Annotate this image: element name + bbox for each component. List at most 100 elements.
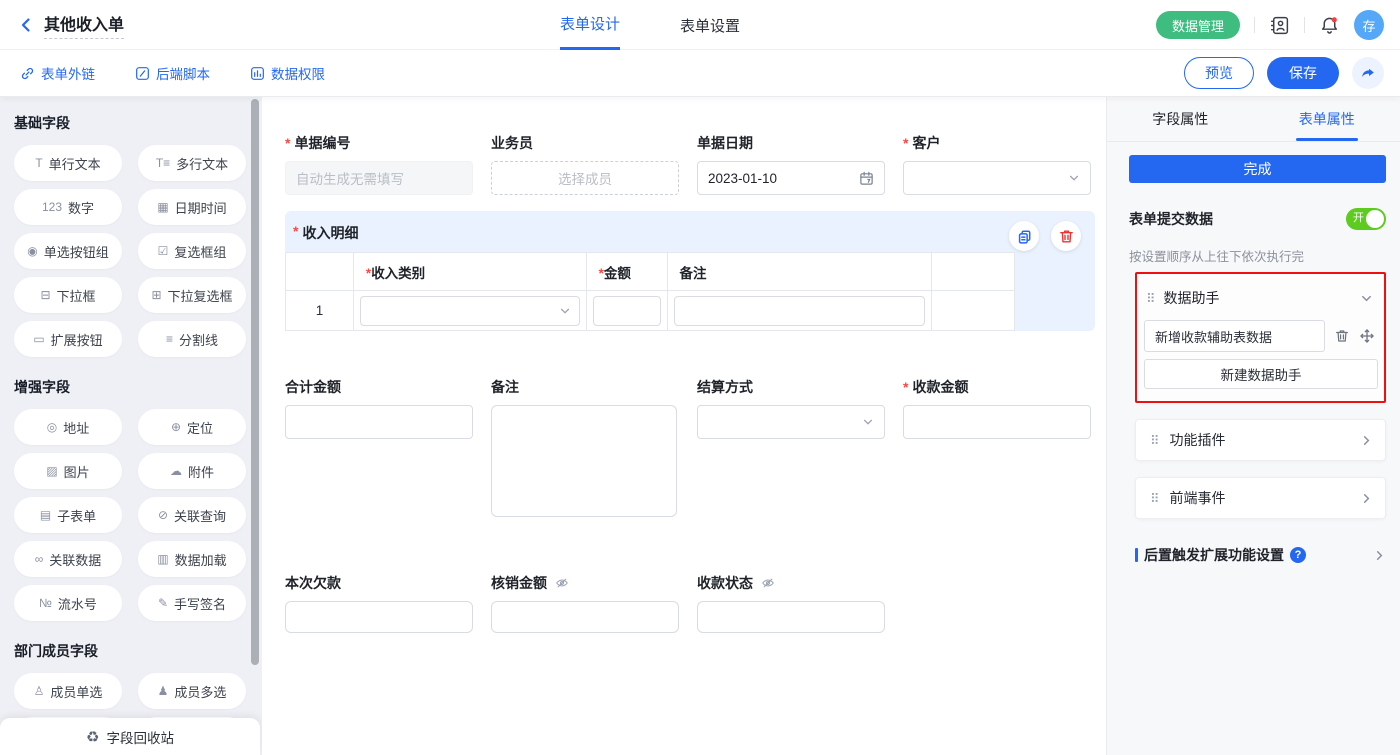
field-salesman[interactable]: 业务员 选择成员 [491, 133, 679, 195]
field-pill-member-single[interactable]: ♙成员单选 [14, 673, 122, 709]
field-pill-radio-group[interactable]: ◉单选按钮组 [14, 233, 122, 269]
field-pill-checkbox-group[interactable]: ☑复选框组 [138, 233, 246, 269]
avatar[interactable]: 存 [1354, 10, 1384, 40]
share-button[interactable] [1352, 57, 1384, 89]
field-pill-divider[interactable]: ≡分割线 [138, 321, 246, 357]
number-icon: 123 [42, 201, 62, 213]
multi-dropdown-icon: ⊞ [151, 289, 161, 301]
field-pill-extend-button[interactable]: ▭扩展按钮 [14, 321, 122, 357]
field-pill-dropdown[interactable]: ⊟下拉框 [14, 277, 122, 313]
preview-button[interactable]: 预览 [1184, 57, 1254, 89]
bill-no-input[interactable]: 自动生成无需填写 [285, 161, 473, 195]
field-recycle-bin[interactable]: ♻ 字段回收站 [0, 718, 260, 755]
tab-form-properties[interactable]: 表单属性 [1254, 97, 1400, 141]
post-trigger-settings[interactable]: 后置触发扩展功能设置 ? [1135, 545, 1386, 565]
field-pill-data-load[interactable]: ▥数据加载 [138, 541, 246, 577]
radio-icon: ◉ [27, 245, 37, 257]
field-bill-date[interactable]: 单据日期 2023-01-10 [697, 133, 885, 195]
field-received-amount[interactable]: *收款金额 [903, 377, 1091, 439]
move-assistant-icon[interactable] [1359, 328, 1375, 344]
data-assistant-header[interactable]: ⠿ 数据助手 [1144, 286, 1375, 320]
field-pill-subform[interactable]: ▤子表单 [14, 497, 122, 533]
received-amount-input[interactable] [903, 405, 1091, 439]
data-manage-button[interactable]: 数据管理 [1156, 11, 1240, 39]
notification-bell-icon[interactable] [1319, 15, 1340, 36]
field-pill-serial-number[interactable]: №流水号 [14, 585, 122, 621]
tab-form-design[interactable]: 表单设计 [560, 0, 620, 50]
field-receive-status[interactable]: 收款状态 [697, 573, 885, 633]
field-pill-datetime[interactable]: ▦日期时间 [138, 189, 246, 225]
signature-icon: ✎ [158, 597, 168, 609]
hidden-eye-icon[interactable] [555, 576, 569, 590]
field-pill-member-multi[interactable]: ♟成员多选 [138, 673, 246, 709]
frontend-event-card[interactable]: ⠿ 前端事件 [1135, 477, 1386, 519]
field-pill-image[interactable]: ▨图片 [14, 453, 122, 489]
top-bar: 其他收入单 表单设计 表单设置 数据管理 存 [0, 0, 1400, 50]
bill-date-input[interactable]: 2023-01-10 [697, 161, 885, 195]
field-pill-relate-query[interactable]: ⊘关联查询 [138, 497, 246, 533]
hidden-eye-icon[interactable] [761, 576, 775, 590]
salesman-picker[interactable]: 选择成员 [491, 161, 679, 195]
address-book-icon[interactable] [1269, 15, 1290, 36]
submit-data-toggle[interactable]: 开 [1346, 208, 1386, 230]
remark-textarea[interactable] [491, 405, 677, 517]
income-detail-table: *收入类别 *金额 备注 1 [285, 252, 1015, 331]
drag-handle-icon[interactable]: ⠿ [1150, 492, 1160, 505]
drag-handle-icon[interactable]: ⠿ [1150, 434, 1160, 447]
tab-form-settings[interactable]: 表单设置 [680, 0, 740, 50]
field-total-amount[interactable]: 合计金额 [285, 377, 473, 439]
new-data-assistant-button[interactable]: 新建数据助手 [1144, 359, 1378, 389]
field-settle-method[interactable]: 结算方式 [697, 377, 885, 439]
copy-subform-button[interactable] [1009, 221, 1039, 251]
receive-status-input[interactable] [697, 601, 885, 633]
field-writeoff-amount[interactable]: 核销金额 [491, 573, 679, 633]
field-bill-no[interactable]: *单据编号 自动生成无需填写 [285, 133, 473, 195]
relate-query-icon: ⊘ [158, 509, 168, 521]
drag-handle-icon[interactable]: ⠿ [1146, 292, 1156, 305]
field-pill-multi-text[interactable]: T≡多行文本 [138, 145, 246, 181]
tab-field-properties[interactable]: 字段属性 [1107, 97, 1254, 141]
data-permission-link[interactable]: 数据权限 [250, 63, 325, 83]
writeoff-amount-input[interactable] [491, 601, 679, 633]
save-button[interactable]: 保存 [1267, 57, 1339, 89]
datetime-icon: ▦ [157, 201, 168, 213]
delete-assistant-icon[interactable] [1334, 328, 1350, 344]
chevron-down-icon [1068, 172, 1080, 184]
help-icon[interactable]: ? [1290, 547, 1306, 563]
back-icon[interactable] [18, 17, 34, 33]
field-remark[interactable]: 备注 [491, 377, 679, 517]
field-customer[interactable]: *客户 [903, 133, 1091, 195]
backend-script-link[interactable]: 后端脚本 [135, 63, 210, 83]
row-index: 1 [286, 291, 354, 331]
serial-number-icon: № [39, 597, 52, 609]
form-title[interactable]: 其他收入单 [44, 11, 124, 39]
field-pill-relate-data[interactable]: ∞关联数据 [14, 541, 122, 577]
field-current-debt[interactable]: 本次欠款 [285, 573, 473, 633]
amount-input[interactable] [593, 296, 661, 326]
income-detail-subform[interactable]: *收入明细 *收入类别 *金额 备注 [285, 211, 1095, 331]
delete-subform-button[interactable] [1051, 221, 1081, 251]
image-icon: ▨ [46, 465, 57, 477]
field-pill-single-text[interactable]: T单行文本 [14, 145, 122, 181]
field-pill-attachment[interactable]: ☁附件 [138, 453, 246, 489]
customer-select[interactable] [903, 161, 1091, 195]
field-pill-number[interactable]: 123数字 [14, 189, 122, 225]
chevron-right-icon [1360, 434, 1373, 447]
form-external-link[interactable]: 表单外链 [20, 63, 95, 83]
permission-icon [250, 66, 265, 81]
field-pill-address[interactable]: ◎地址 [14, 409, 122, 445]
chevron-down-icon[interactable] [1360, 292, 1373, 305]
function-plugin-card[interactable]: ⠿ 功能插件 [1135, 419, 1386, 461]
field-pill-location[interactable]: ⊕定位 [138, 409, 246, 445]
remark-input[interactable] [674, 296, 926, 326]
income-type-select[interactable] [360, 296, 580, 326]
field-pill-signature[interactable]: ✎手写签名 [138, 585, 246, 621]
total-amount-input[interactable] [285, 405, 473, 439]
data-assistant-item[interactable]: 新增收款辅助表数据 [1144, 320, 1325, 352]
sidebar-scrollbar[interactable] [251, 99, 259, 665]
field-pill-multi-dropdown[interactable]: ⊞下拉复选框 [138, 277, 246, 313]
current-debt-input[interactable] [285, 601, 473, 633]
done-button[interactable]: 完成 [1129, 155, 1386, 183]
execution-order-hint: 按设置顺序从上往下依次执行完 [1129, 246, 1386, 265]
settle-method-select[interactable] [697, 405, 885, 439]
